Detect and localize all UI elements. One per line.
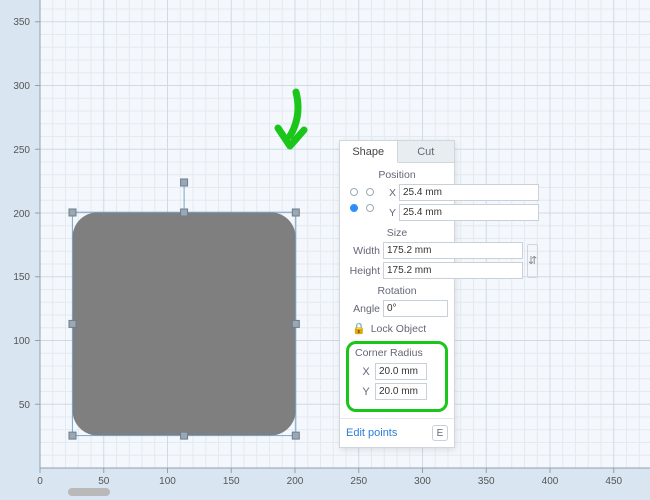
width-input[interactable] (383, 242, 523, 259)
corner-y-input[interactable] (375, 383, 427, 400)
shortcut-key: E (432, 425, 448, 441)
corner-title: Corner Radius (355, 347, 441, 359)
pos-y-input[interactable] (399, 204, 539, 221)
y-tick: 350 (13, 17, 30, 28)
corner-radius-section: Corner Radius X Y (346, 341, 448, 412)
pos-x-label: X (384, 187, 396, 199)
anchor-br[interactable] (366, 204, 374, 212)
x-tick: 450 (605, 476, 622, 487)
lock-icon: 🔒 (352, 322, 366, 335)
anchor-tl[interactable] (350, 188, 358, 196)
y-tick: 200 (13, 209, 30, 220)
pos-y-label: Y (384, 207, 396, 219)
position-title: Position (346, 169, 448, 181)
anchor-picker[interactable] (346, 186, 380, 220)
panel-tabs: Shape Cut (340, 141, 454, 163)
x-tick: 300 (414, 476, 431, 487)
pos-x-input[interactable] (399, 184, 539, 201)
y-tick: 300 (13, 81, 30, 92)
tab-shape[interactable]: Shape (340, 141, 398, 163)
y-tick: 250 (13, 145, 30, 156)
angle-label: Angle (346, 303, 380, 315)
x-tick: 200 (287, 476, 304, 487)
width-label: Width (346, 245, 380, 257)
y-tick: 50 (19, 400, 31, 411)
x-tick: 50 (98, 476, 110, 487)
corner-y-label: Y (361, 386, 371, 398)
height-label: Height (346, 265, 380, 277)
x-axis: 0 50 100 150 200 250 300 350 400 450 (37, 468, 650, 487)
link-icon: ⇵ (528, 254, 537, 267)
y-axis: 50 100 150 200 250 300 350 (13, 0, 40, 468)
selected-shape[interactable] (72, 212, 295, 435)
tab-cut[interactable]: Cut (398, 141, 455, 163)
lock-label: Lock Object (371, 323, 426, 335)
x-tick: 150 (223, 476, 240, 487)
x-tick: 350 (478, 476, 495, 487)
x-tick: 250 (350, 476, 367, 487)
edit-points-link[interactable]: Edit points (346, 427, 397, 439)
angle-input[interactable] (383, 300, 448, 317)
x-tick: 400 (542, 476, 559, 487)
anchor-tr[interactable] (366, 188, 374, 196)
y-tick: 150 (13, 272, 30, 283)
size-title: Size (346, 227, 448, 239)
anchor-bl[interactable] (350, 204, 358, 212)
shape-properties-panel: Shape Cut Position X Y Size (339, 140, 455, 448)
height-input[interactable] (383, 262, 523, 279)
x-tick: 0 (37, 476, 43, 487)
corner-x-input[interactable] (375, 363, 427, 380)
x-tick: 100 (159, 476, 176, 487)
lock-object-toggle[interactable]: 🔒 Lock Object (352, 322, 448, 335)
horizontal-scrollbar-thumb[interactable] (68, 488, 110, 496)
aspect-lock-button[interactable]: ⇵ (527, 244, 538, 278)
design-canvas[interactable]: 0 50 100 150 200 250 300 350 400 450 50 … (0, 0, 650, 500)
rotation-title: Rotation (346, 285, 448, 297)
y-tick: 100 (13, 336, 30, 347)
corner-x-label: X (361, 366, 371, 378)
